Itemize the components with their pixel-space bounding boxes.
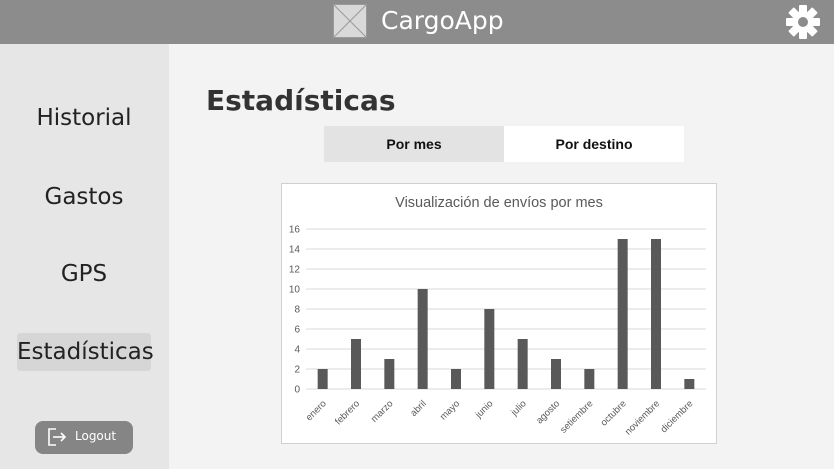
x-tick-label: diciembre bbox=[659, 398, 696, 435]
page-title: Estadísticas bbox=[206, 84, 396, 117]
bar-marzo bbox=[384, 359, 395, 389]
x-tick-label: octubre bbox=[599, 398, 629, 428]
bar-junio bbox=[484, 309, 495, 389]
bar-abril bbox=[417, 289, 428, 389]
y-tick-label: 0 bbox=[294, 385, 300, 396]
chart-panel: Visualización de envíos por mes 0 2 4 6 8 10 1… bbox=[281, 183, 717, 444]
y-tick-label: 10 bbox=[289, 285, 301, 296]
y-tick-label: 2 bbox=[294, 365, 300, 376]
bar-julio bbox=[517, 339, 528, 389]
y-tick-label: 16 bbox=[289, 225, 301, 236]
x-tick-label: enero bbox=[304, 398, 329, 423]
bar-setiembre bbox=[584, 369, 595, 389]
bar-chart: 0246810121416enero febrero marzo abril mayo j… bbox=[289, 225, 706, 437]
bar-noviembre bbox=[651, 239, 661, 389]
x-tick-label: febrero bbox=[333, 398, 362, 427]
bar-octubre bbox=[617, 239, 628, 389]
y-tick-label: 14 bbox=[289, 245, 301, 256]
bar-mayo bbox=[451, 369, 461, 389]
view-tabs: Por mes Por destino bbox=[324, 126, 684, 162]
x-tick-label: agosto bbox=[534, 398, 562, 426]
tab-por-destino[interactable]: Por destino bbox=[504, 126, 684, 162]
sidebar-item-estadisticas[interactable]: Estadísticas bbox=[17, 333, 154, 371]
sidebar-item-historial[interactable]: Historial bbox=[17, 99, 151, 137]
x-tick-label: julio bbox=[508, 398, 528, 418]
bar-febrero bbox=[351, 339, 361, 389]
bar-agosto bbox=[551, 359, 561, 389]
logout-button[interactable]: Logout bbox=[35, 421, 133, 454]
x-tick-label: abril bbox=[408, 398, 428, 418]
app-title: CargoApp bbox=[381, 6, 504, 35]
x-tick-label: junio bbox=[473, 398, 496, 421]
logout-icon bbox=[48, 428, 67, 446]
tab-por-mes[interactable]: Por mes bbox=[324, 126, 504, 162]
sidebar-item-gastos[interactable]: Gastos bbox=[17, 178, 151, 216]
sidebar: Historial Gastos GPS Estadísticas bbox=[0, 44, 169, 469]
gear-icon[interactable] bbox=[784, 3, 822, 41]
y-tick-label: 8 bbox=[294, 305, 300, 316]
y-tick-label: 6 bbox=[294, 325, 300, 336]
y-tick-label: 12 bbox=[289, 265, 301, 276]
x-tick-label: marzo bbox=[369, 398, 395, 424]
x-tick-label: noviembre bbox=[623, 398, 662, 437]
image-placeholder-icon bbox=[333, 4, 367, 38]
logout-label: Logout bbox=[75, 429, 117, 443]
sidebar-item-gps[interactable]: GPS bbox=[17, 255, 151, 293]
bar-diciembre bbox=[684, 379, 695, 389]
x-tick-label: mayo bbox=[438, 398, 462, 422]
x-tick-label: setiembre bbox=[558, 398, 595, 435]
bar-enero bbox=[317, 369, 328, 389]
y-tick-label: 4 bbox=[294, 345, 300, 356]
top-bar: CargoApp bbox=[0, 0, 834, 44]
